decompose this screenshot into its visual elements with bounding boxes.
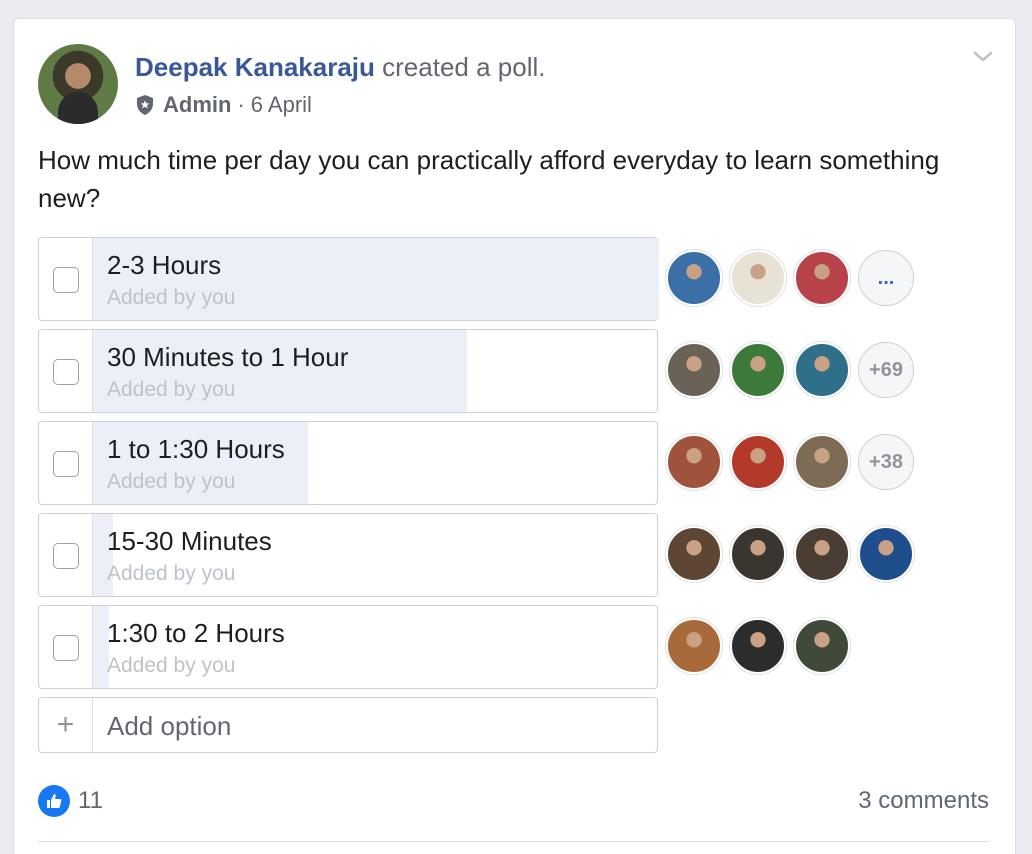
admin-shield-icon bbox=[137, 95, 153, 115]
voter-avatars[interactable] bbox=[666, 526, 914, 586]
admin-badge: Admin bbox=[163, 92, 232, 117]
option-label: 15-30 Minutes bbox=[107, 526, 272, 556]
voter-avatar[interactable] bbox=[666, 434, 722, 490]
more-voters-button[interactable]: ... bbox=[858, 250, 914, 306]
poll-option[interactable]: 1:30 to 2 Hours Added by you bbox=[38, 605, 658, 689]
divider bbox=[38, 841, 989, 842]
option-added-by: Added by you bbox=[107, 470, 236, 493]
vote-checkbox[interactable] bbox=[53, 635, 79, 661]
more-voters-button[interactable]: +69 bbox=[858, 342, 914, 398]
checkbox-cell bbox=[39, 514, 93, 596]
voter-avatars[interactable]: ... bbox=[666, 250, 914, 310]
vote-checkbox[interactable] bbox=[53, 451, 79, 477]
voter-avatar[interactable] bbox=[730, 250, 786, 306]
option-label: 1 to 1:30 Hours bbox=[107, 434, 285, 464]
checkbox-cell bbox=[39, 422, 93, 504]
voter-avatars[interactable]: +69 bbox=[666, 342, 914, 402]
option-label: 2-3 Hours bbox=[107, 250, 222, 280]
poll-option[interactable]: 1 to 1:30 Hours Added by you bbox=[38, 421, 658, 505]
voter-avatar[interactable] bbox=[794, 250, 850, 306]
voter-avatar[interactable] bbox=[794, 618, 850, 674]
checkbox-cell bbox=[39, 330, 93, 412]
poll-option[interactable]: 2-3 Hours Added by you bbox=[38, 237, 659, 321]
like-icon bbox=[38, 785, 70, 817]
option-label: 30 Minutes to 1 Hour bbox=[107, 342, 349, 372]
option-added-by: Added by you bbox=[107, 654, 236, 677]
option-label: 1:30 to 2 Hours bbox=[107, 618, 285, 648]
voter-avatars[interactable]: +38 bbox=[666, 434, 914, 494]
post-action-text: created a poll. bbox=[382, 52, 546, 82]
poll-option[interactable]: 30 Minutes to 1 Hour Added by you bbox=[38, 329, 658, 413]
plus-icon: + bbox=[39, 698, 93, 752]
author-name-link[interactable]: Deepak Kanakaraju bbox=[135, 52, 375, 82]
option-added-by: Added by you bbox=[107, 286, 236, 309]
voter-avatar[interactable] bbox=[794, 342, 850, 398]
post-date-link[interactable]: 6 April bbox=[251, 91, 312, 119]
add-option-label: Add option bbox=[107, 711, 232, 741]
comments-count-link[interactable]: 3 comments bbox=[858, 787, 989, 815]
add-option-button[interactable]: + Add option bbox=[38, 697, 658, 753]
vote-checkbox[interactable] bbox=[53, 543, 79, 569]
more-voters-button[interactable]: +38 bbox=[858, 434, 914, 490]
voter-avatar[interactable] bbox=[666, 618, 722, 674]
voter-avatar[interactable] bbox=[730, 526, 786, 582]
vote-checkbox[interactable] bbox=[53, 359, 79, 385]
post-meta: Admin · 6 April bbox=[135, 91, 312, 119]
checkbox-cell bbox=[39, 606, 93, 688]
reactions-summary[interactable]: 11 bbox=[38, 785, 103, 817]
option-added-by: Added by you bbox=[107, 378, 236, 401]
like-count: 11 bbox=[78, 787, 103, 814]
voter-avatar[interactable] bbox=[666, 526, 722, 582]
meta-separator: · bbox=[237, 92, 245, 117]
vote-checkbox[interactable] bbox=[53, 267, 79, 293]
voter-avatar[interactable] bbox=[730, 434, 786, 490]
poll-question: How much time per day you can practicall… bbox=[38, 145, 940, 213]
voter-avatar[interactable] bbox=[666, 250, 722, 306]
chevron-down-icon[interactable] bbox=[971, 47, 995, 67]
checkbox-cell bbox=[39, 238, 93, 320]
voter-avatar[interactable] bbox=[730, 618, 786, 674]
voter-avatar[interactable] bbox=[666, 342, 722, 398]
voter-avatars[interactable] bbox=[666, 618, 850, 678]
option-added-by: Added by you bbox=[107, 562, 236, 585]
voter-avatar[interactable] bbox=[858, 526, 914, 582]
poll-post-card: Deepak Kanakaraju created a poll. Admin … bbox=[13, 18, 1016, 854]
poll-option[interactable]: 15-30 Minutes Added by you bbox=[38, 513, 658, 597]
voter-avatar[interactable] bbox=[794, 526, 850, 582]
voter-avatar[interactable] bbox=[794, 434, 850, 490]
voter-avatar[interactable] bbox=[730, 342, 786, 398]
author-avatar[interactable] bbox=[38, 44, 118, 124]
post-header: Deepak Kanakaraju created a poll. bbox=[135, 51, 545, 83]
